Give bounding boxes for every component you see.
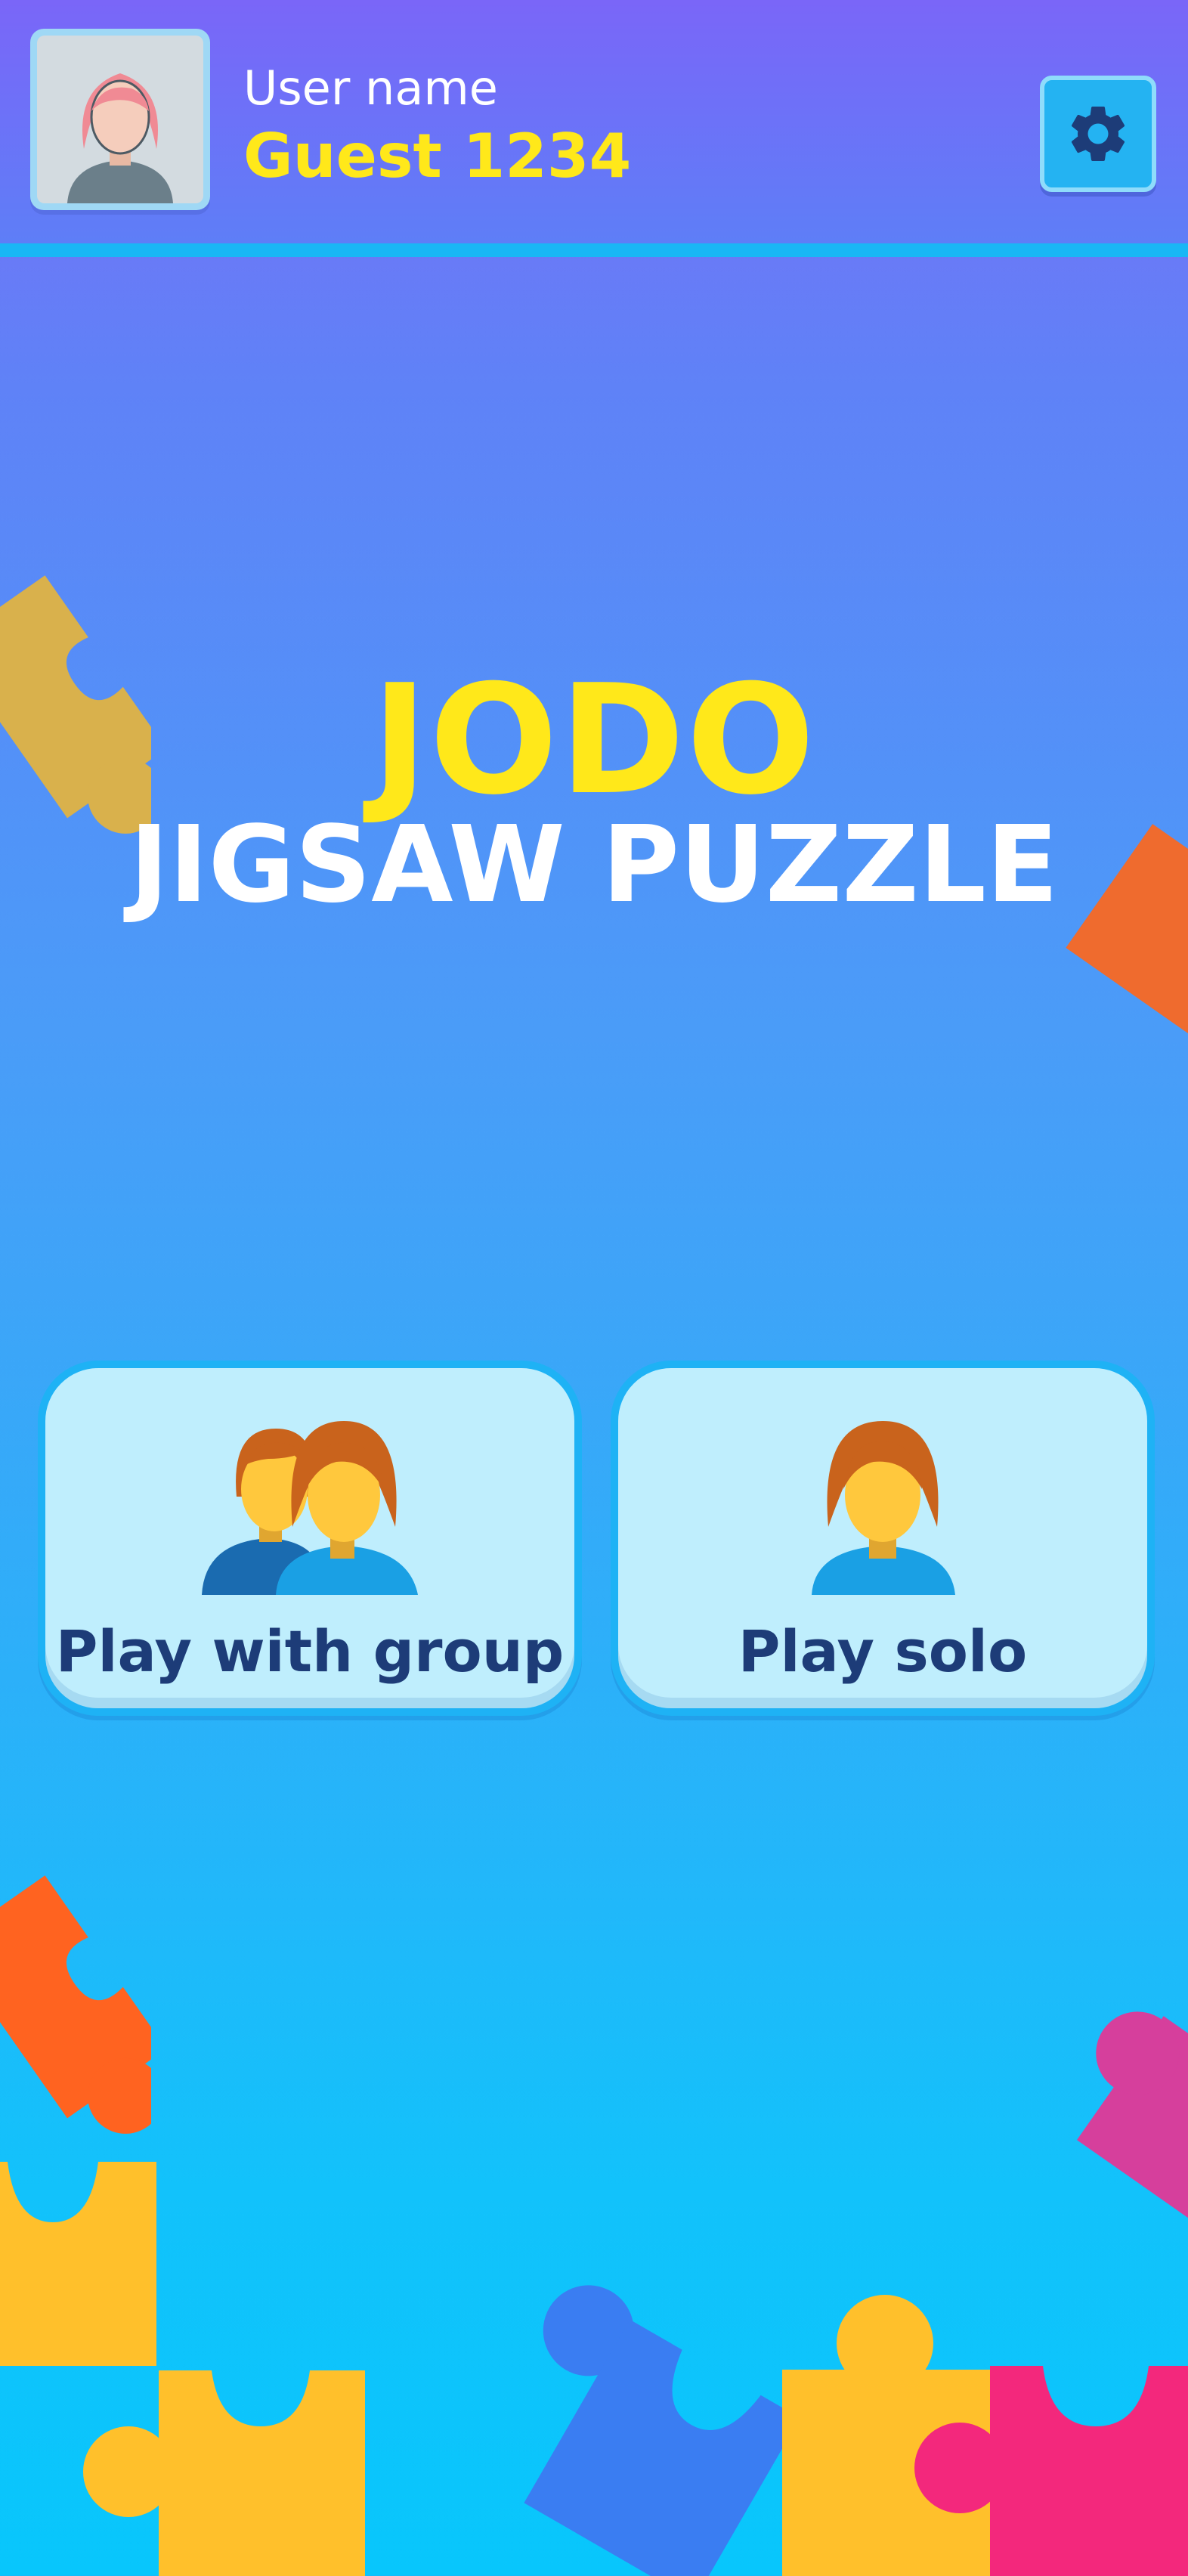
gear-icon <box>1071 106 1125 161</box>
game-subtitle: JIGSAW PUZZLE <box>129 803 1059 927</box>
puzzle-piece-yellow-bottom-left <box>0 2162 156 2366</box>
game-title: JODO <box>371 652 817 828</box>
play-with-group-label: Play with group <box>55 1618 565 1685</box>
woman-avatar-icon <box>37 36 203 203</box>
puzzle-piece-yellow-bottom <box>83 2370 365 2576</box>
play-solo-label: Play solo <box>738 1618 1028 1685</box>
settings-button[interactable] <box>1040 76 1156 192</box>
top-bar: User name Guest 1234 <box>0 0 1188 257</box>
avatar[interactable] <box>30 29 210 210</box>
group-people-icon <box>202 1421 418 1595</box>
play-with-group-button[interactable]: Play with group <box>38 1361 582 1716</box>
user-name-value: Guest 1234 <box>243 121 632 191</box>
single-person-icon <box>812 1421 955 1595</box>
user-name-label: User name <box>243 60 498 116</box>
puzzle-piece-magenta-right <box>1076 2011 1188 2227</box>
puzzle-piece-blue-bottom <box>524 2285 794 2576</box>
puzzle-piece-pink-bottom-right <box>914 2366 1188 2576</box>
puzzle-piece-orange-bottom-left <box>0 1875 151 2134</box>
play-solo-button[interactable]: Play solo <box>611 1361 1155 1716</box>
